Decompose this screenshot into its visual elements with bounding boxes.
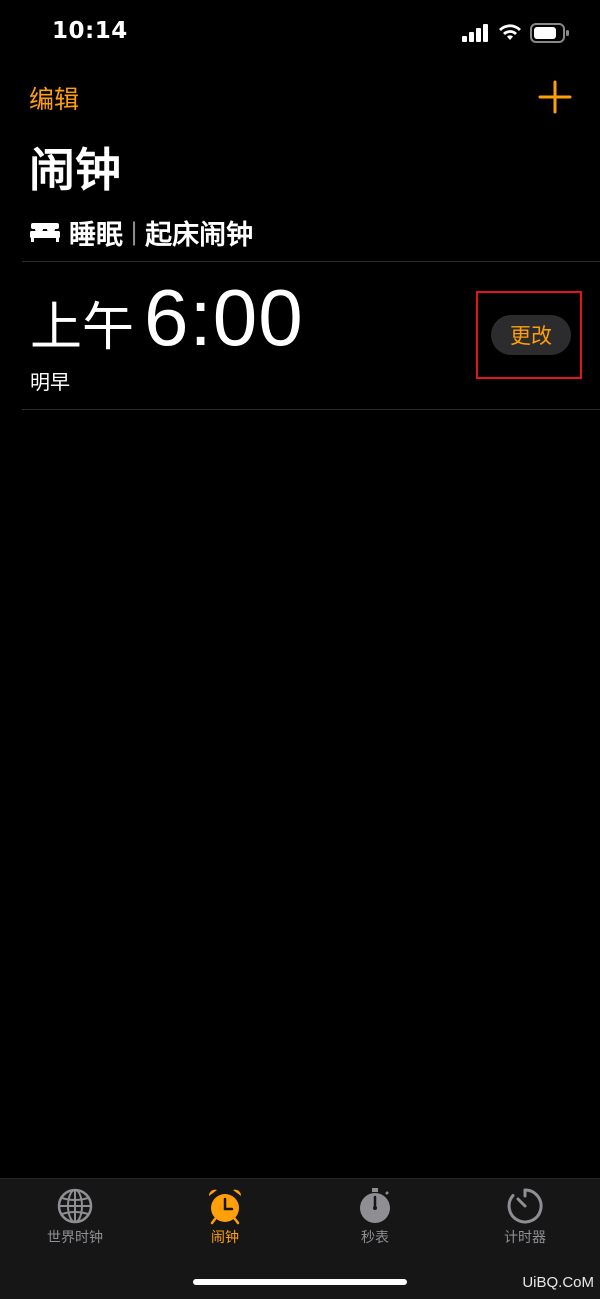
- alarm-time-display: 上午 6:00: [30, 276, 304, 360]
- page-title: 闹钟: [29, 143, 121, 197]
- sleep-separator: |: [130, 218, 139, 246]
- status-time: 10:14: [52, 18, 128, 44]
- tab-world-clock[interactable]: 世界时钟: [0, 1179, 150, 1259]
- home-indicator[interactable]: [193, 1279, 407, 1285]
- alarm-clock-icon: [208, 1189, 242, 1225]
- stopwatch-icon: [360, 1188, 390, 1223]
- tab-label: 闹钟: [211, 1230, 239, 1246]
- alarm-ampm: 上午: [30, 298, 135, 358]
- wake-up-alarm-label: 起床闹钟: [145, 219, 254, 251]
- sleep-label: 睡眠: [69, 219, 123, 251]
- cellular-signal-icon: [462, 24, 488, 42]
- bed-icon: [30, 223, 60, 242]
- wifi-icon: [499, 24, 521, 40]
- alarm-day-label: 明早: [30, 370, 70, 394]
- battery-icon: [530, 23, 569, 43]
- tab-timer[interactable]: 计时器: [450, 1179, 600, 1259]
- timer-icon: [507, 1188, 543, 1224]
- tab-label: 世界时钟: [47, 1230, 103, 1246]
- tab-alarm[interactable]: 闹钟: [150, 1179, 300, 1259]
- change-button[interactable]: 更改: [491, 315, 571, 355]
- alarm-time: 6:00: [144, 273, 304, 362]
- tab-stopwatch[interactable]: 秒表: [300, 1179, 450, 1259]
- watermark: UiBQ.CoM: [522, 1274, 594, 1291]
- tab-label: 秒表: [361, 1230, 389, 1246]
- globe-icon: [57, 1188, 93, 1224]
- sleep-section-header: 睡眠 | 起床闹钟: [29, 214, 254, 251]
- add-alarm-button[interactable]: [536, 78, 574, 116]
- edit-button[interactable]: 编辑: [29, 80, 79, 116]
- divider: [22, 409, 600, 410]
- tab-label: 计时器: [504, 1230, 546, 1246]
- status-bar: 10:14: [0, 0, 600, 66]
